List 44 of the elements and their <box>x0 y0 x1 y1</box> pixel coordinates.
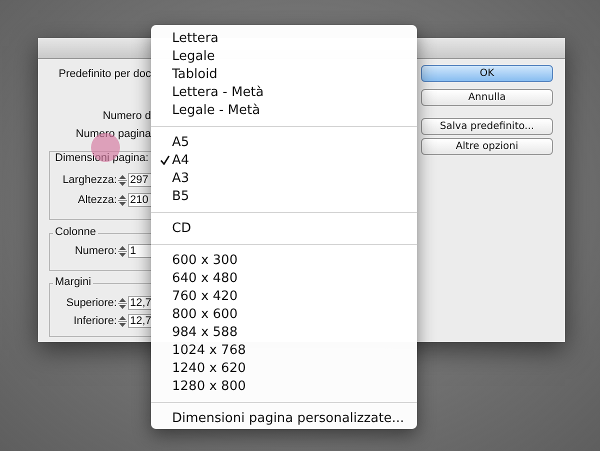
menu-item[interactable]: Lettera <box>172 30 219 46</box>
menu-item[interactable]: 1024 x 768 <box>172 342 246 358</box>
stepper-icon[interactable] <box>118 194 127 206</box>
start-page-label: Numero pagina <box>76 128 151 142</box>
page-count-label: Numero d <box>102 110 151 124</box>
stepper-icon[interactable] <box>118 174 127 186</box>
stepper-icon[interactable] <box>118 296 127 310</box>
menu-item[interactable]: Legale - Metà <box>172 102 260 118</box>
menu-item[interactable]: B5 <box>172 188 190 204</box>
menu-item[interactable]: Legale <box>172 48 215 64</box>
menu-item[interactable]: 1280 x 800 <box>172 378 246 394</box>
menu-item[interactable]: A3 <box>172 170 190 186</box>
input-field[interactable]: 12,7 <box>128 314 151 328</box>
dialog-button[interactable]: Annulla <box>421 89 553 106</box>
input-field[interactable]: 210 <box>128 193 151 207</box>
input-field[interactable]: 297 <box>128 173 151 187</box>
menu-item[interactable]: Tabloid <box>172 66 218 82</box>
field-label: Numero: <box>74 245 117 257</box>
group-title: Colonne <box>53 226 98 238</box>
menu-item[interactable]: 984 x 588 <box>172 324 238 340</box>
menu-item[interactable]: CD <box>172 220 192 236</box>
field-label: Superiore: <box>66 297 117 309</box>
field-label: Altezza: <box>78 194 117 206</box>
menu-item[interactable]: 600 x 300 <box>172 252 238 268</box>
dialog-button[interactable]: Salva predefinito... <box>421 118 553 135</box>
menu-item[interactable]: A4 <box>172 152 190 168</box>
stepper-icon[interactable] <box>118 244 127 258</box>
preset-label: Predefinito per doc <box>58 68 151 82</box>
field-label: Larghezza: <box>62 174 117 186</box>
group-title: Margini <box>53 276 94 288</box>
dialog-button[interactable]: OK <box>421 65 553 82</box>
menu-item[interactable]: A5 <box>172 134 190 150</box>
input-field[interactable]: 12,7 <box>128 296 151 310</box>
group-title: Dimensioni pagina: <box>53 152 151 164</box>
menu-item[interactable]: Dimensioni pagina personalizzate... <box>172 410 404 426</box>
menu-item[interactable]: Lettera - Metà <box>172 84 264 100</box>
input-field[interactable]: 1 <box>128 244 151 258</box>
field-label: Inferiore: <box>74 315 117 327</box>
dialog-button[interactable]: Altre opzioni <box>421 138 553 155</box>
stepper-icon[interactable] <box>118 314 127 328</box>
menu-item[interactable]: 640 x 480 <box>172 270 238 286</box>
menu-item[interactable]: 1240 x 620 <box>172 360 246 376</box>
menu-item[interactable]: 760 x 420 <box>172 288 238 304</box>
menu-item[interactable]: 800 x 600 <box>172 306 238 322</box>
